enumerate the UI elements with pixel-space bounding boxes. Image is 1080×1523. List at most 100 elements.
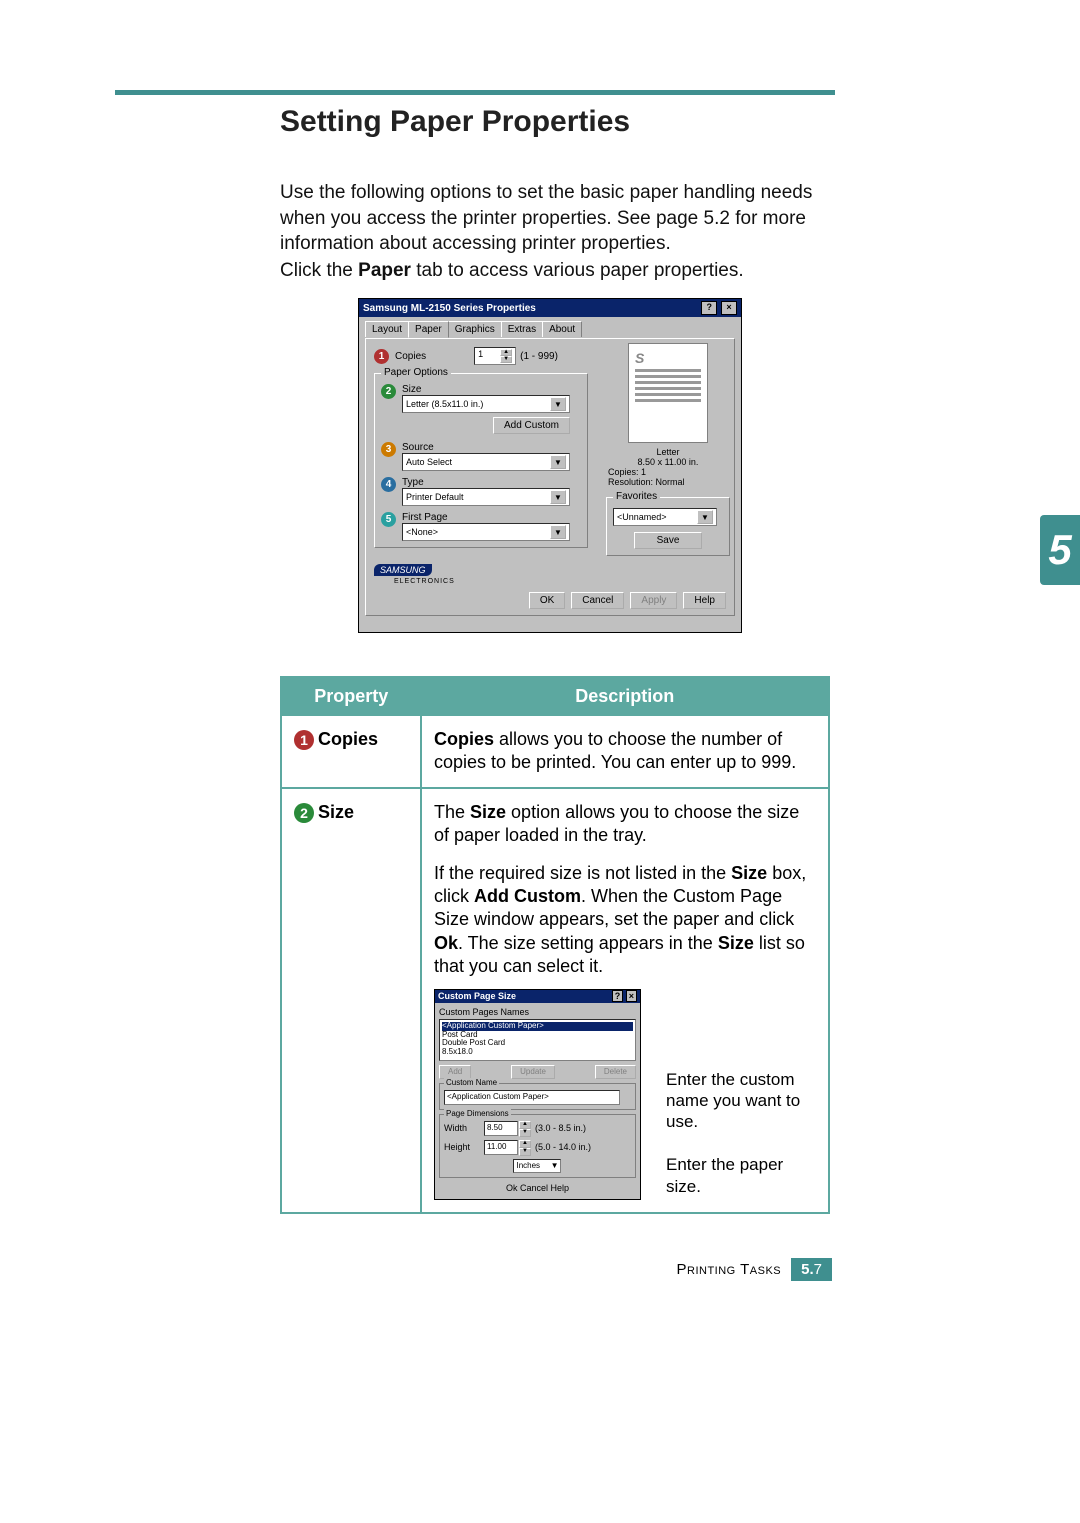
click-line-post: tab to access various paper properties. [411,260,744,281]
brand-logo: SAMSUNG ELECTRONICS [374,565,455,585]
help-button[interactable]: Help [683,592,726,609]
cps-units-dropdown[interactable]: Inches ▼ [513,1159,561,1173]
firstpage-dropdown[interactable]: <None> ▼ [402,523,570,541]
dialog-title: Samsung ML-2150 Series Properties [363,303,536,314]
preview-sheet-icon: S [628,343,708,443]
cps-cancel-button[interactable]: Cancel [520,1183,548,1193]
custom-page-dialog: Custom Page Size ? × Custom Pages Names … [434,989,641,1200]
cps-width-label: Width [444,1123,480,1135]
callout-1-icon: 1 [374,349,389,364]
brand-name: SAMSUNG [374,564,432,576]
cps-width-input[interactable]: 8.50 [484,1121,518,1135]
footer-page: 5.7 [791,1258,832,1281]
ok-button[interactable]: OK [529,592,565,609]
cps-update-button[interactable]: Update [511,1065,555,1079]
cps-add-button[interactable]: Add [439,1065,471,1079]
copies-up-icon[interactable]: ▲ [500,349,512,356]
chevron-down-icon[interactable]: ▼ [697,510,713,524]
tab-about[interactable]: About [542,321,582,337]
type-dropdown[interactable]: Printer Default ▼ [402,488,570,506]
source-dropdown[interactable]: Auto Select ▼ [402,453,570,471]
cps-names-label: Custom Pages Names [439,1007,636,1019]
cancel-button[interactable]: Cancel [571,592,624,609]
favorites-group: Favorites <Unnamed> ▼ Save [606,497,730,556]
list-item[interactable]: 8.5x18.0 [442,1048,633,1057]
source-label: Source [402,442,570,453]
copies-input[interactable]: 1 ▲ ▼ [474,347,516,365]
save-button[interactable]: Save [634,532,703,549]
spin-down-icon[interactable]: ▼ [519,1129,531,1137]
chevron-down-icon[interactable]: ▼ [550,490,566,504]
cps-delete-button[interactable]: Delete [595,1065,636,1079]
spin-down-icon[interactable]: ▼ [519,1148,531,1156]
brand-sub: ELECTRONICS [394,578,455,585]
th-description: Description [421,677,829,716]
cps-width-range: (3.0 - 8.5 in.) [535,1123,586,1135]
badge-1-icon: 1 [294,730,314,750]
cps-units-value: Inches [516,1161,540,1171]
annot-size: Enter the paper size. [666,1154,816,1197]
size-dropdown[interactable]: Letter (8.5x11.0 in.) ▼ [402,395,570,413]
prop-copies: 1Copies [281,716,421,788]
cps-custom-name-input[interactable]: <Application Custom Paper> [444,1090,620,1104]
callout-4-icon: 4 [381,477,396,492]
help-icon[interactable]: ? [701,301,717,315]
size-value: Letter (8.5x11.0 in.) [406,399,483,409]
size-label: Size [402,384,570,395]
source-value: Auto Select [406,457,452,467]
property-table: Property Description 1Copies Copies allo… [280,676,830,1214]
chevron-down-icon[interactable]: ▼ [551,1161,559,1171]
favorites-dropdown[interactable]: <Unnamed> ▼ [613,508,717,526]
apply-button[interactable]: Apply [630,592,677,609]
desc-copies: Copies allows you to choose the number o… [421,716,829,788]
properties-dialog: Samsung ML-2150 Series Properties ? × La… [358,298,742,633]
click-line-bold: Paper [358,260,411,281]
cps-height-input[interactable]: 11.00 [484,1140,518,1154]
spin-up-icon[interactable]: ▲ [519,1121,531,1129]
badge-2-icon: 2 [294,803,314,823]
type-label: Type [402,477,570,488]
cps-listbox[interactable]: <Application Custom Paper> Post Card Dou… [439,1019,636,1061]
cps-height-label: Height [444,1142,480,1154]
copies-label: Copies [395,351,426,362]
preview-panel: S Letter 8.50 x 11.00 in. Copies: 1 Reso… [608,343,728,556]
callout-2-icon: 2 [381,384,396,399]
prop-size: 2Size [281,788,421,1213]
tab-paper[interactable]: Paper [408,321,449,338]
callout-5-icon: 5 [381,512,396,527]
preview-size2: 8.50 x 11.00 in. [638,457,699,467]
firstpage-value: <None> [406,527,438,537]
add-custom-button[interactable]: Add Custom [493,417,570,434]
close-icon[interactable]: × [721,301,737,315]
help-icon[interactable]: ? [612,990,624,1002]
copies-range: (1 - 999) [520,351,558,362]
firstpage-label: First Page [402,512,570,523]
preview-copies: Copies: 1 [608,467,646,477]
chevron-down-icon[interactable]: ▼ [550,525,566,539]
click-line-pre: Click the [280,260,358,281]
cps-help-button[interactable]: Help [551,1183,570,1193]
tab-body: 1 Copies 1 ▲ ▼ (1 - 999) Paper Options 2 [365,338,735,616]
tab-extras[interactable]: Extras [501,321,543,337]
copies-value: 1 [478,349,483,363]
desc-size: The Size option allows you to choose the… [421,788,829,1213]
close-icon[interactable]: × [626,990,637,1002]
preview-size1: Letter [638,447,699,457]
preview-resolution: Resolution: Normal [608,477,685,487]
cps-height-range: (5.0 - 14.0 in.) [535,1142,591,1154]
copies-down-icon[interactable]: ▼ [500,356,512,363]
prop-name-copies: Copies [318,729,378,749]
spin-up-icon[interactable]: ▲ [519,1140,531,1148]
cps-custom-name-label: Custom Name [444,1078,499,1088]
annot-name: Enter the custom name you want to use. [666,1069,816,1133]
page-footer: Printing Tasks 5.7 [677,1258,833,1281]
type-value: Printer Default [406,492,464,502]
chevron-down-icon[interactable]: ▼ [550,397,566,411]
cps-ok-button[interactable]: Ok [506,1183,518,1193]
tab-layout[interactable]: Layout [365,321,409,337]
dialog-titlebar: Samsung ML-2150 Series Properties ? × [359,299,741,317]
callout-3-icon: 3 [381,442,396,457]
tab-graphics[interactable]: Graphics [448,321,502,337]
th-property: Property [281,677,421,716]
chevron-down-icon[interactable]: ▼ [550,455,566,469]
